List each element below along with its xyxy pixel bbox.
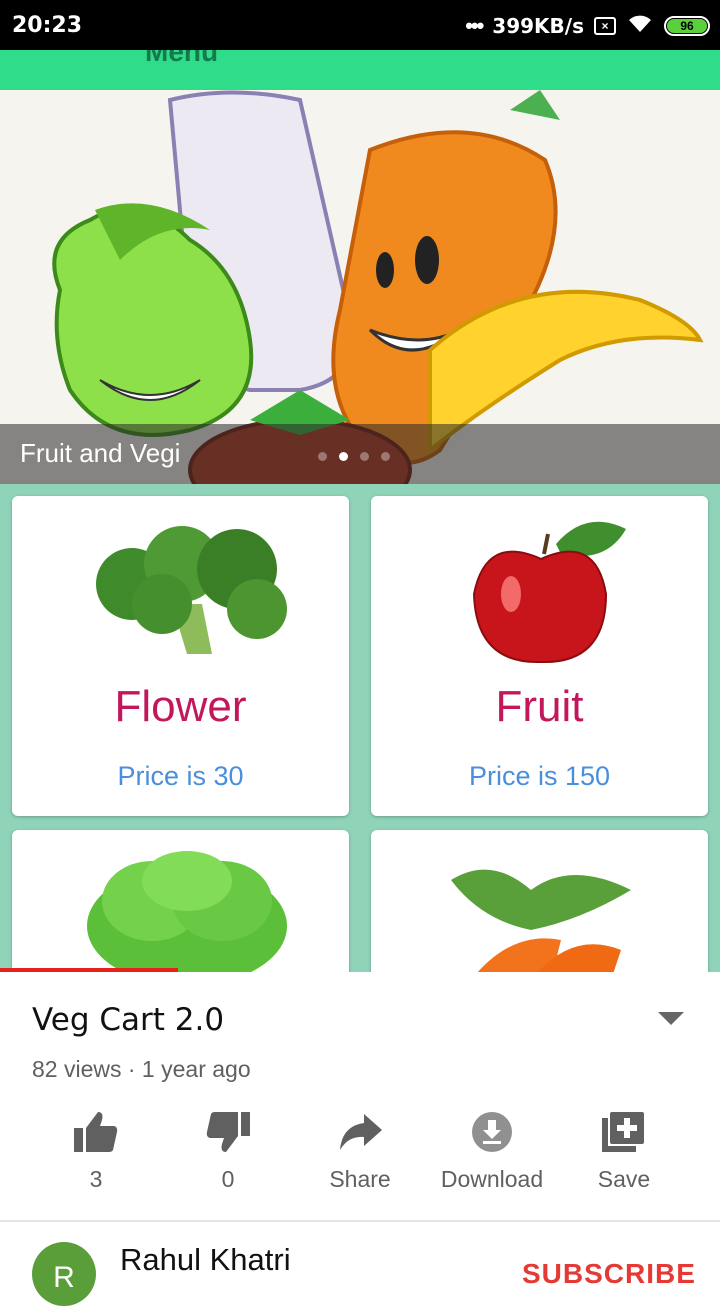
thumbs-up-icon — [74, 1112, 118, 1152]
banner-caption: Fruit and Vegi — [0, 424, 720, 484]
product-price: Price is 30 — [117, 761, 244, 791]
banner-slider[interactable]: Fruit and Vegi — [0, 90, 720, 484]
wifi-icon — [626, 12, 654, 39]
channel-avatar[interactable]: R — [32, 1242, 96, 1306]
status-bar: 20:23 ••• 399KB/s × 96 — [0, 0, 720, 50]
product-card-lettuce[interactable] — [12, 830, 349, 972]
expand-description-icon[interactable] — [658, 1012, 684, 1025]
video-progress-bar[interactable] — [0, 968, 178, 972]
app-appbar-title: Menu — [145, 50, 219, 67]
save-label: Save — [597, 1166, 651, 1192]
slider-indicator — [318, 452, 390, 461]
video-player[interactable]: Menu Fruit and Vegi Flower Price is 30 F… — [0, 50, 720, 972]
more-notifications-icon: ••• — [465, 12, 484, 38]
channel-name[interactable]: Rahul Khatri — [120, 1242, 291, 1278]
network-speed: 399KB/s — [492, 13, 584, 38]
status-time: 20:23 — [12, 13, 83, 38]
slider-dot[interactable] — [360, 452, 369, 461]
slider-dot[interactable] — [318, 452, 327, 461]
banner-caption-text: Fruit and Vegi — [20, 438, 181, 468]
video-meta: 82 views · 1 year ago — [32, 1056, 251, 1082]
apple-image — [472, 521, 626, 664]
product-name: Fruit — [495, 682, 584, 731]
like-count: 3 — [89, 1166, 103, 1192]
carrot-image — [451, 869, 631, 972]
dislike-count: 0 — [221, 1166, 235, 1192]
share-label: Share — [329, 1166, 391, 1192]
add-to-playlist-icon — [602, 1112, 644, 1152]
broccoli-image — [96, 526, 287, 654]
share-icon — [340, 1114, 382, 1150]
product-price: Price is 150 — [468, 761, 611, 791]
download-button[interactable]: Download — [426, 1104, 558, 1193]
like-button[interactable]: 3 — [30, 1104, 162, 1193]
video-info-panel: Veg Cart 2.0 82 views · 1 year ago 3 0 S… — [0, 972, 720, 1306]
dislike-button[interactable]: 0 — [162, 1104, 294, 1193]
share-button[interactable]: Share — [294, 1104, 426, 1193]
subscribe-button[interactable]: SUBSCRIBE — [522, 1258, 696, 1290]
battery-level: 96 — [667, 18, 707, 33]
divider — [0, 1220, 720, 1222]
download-icon — [472, 1112, 512, 1152]
product-name: Flower — [114, 682, 247, 731]
app-appbar: Menu — [0, 50, 720, 90]
product-card-carrot[interactable] — [371, 830, 708, 972]
save-button[interactable]: Save — [558, 1104, 690, 1193]
slider-dot[interactable] — [381, 452, 390, 461]
product-card-flower[interactable]: Flower Price is 30 — [12, 496, 349, 816]
product-card-fruit[interactable]: Fruit Price is 150 — [371, 496, 708, 816]
slider-dot-active[interactable] — [339, 452, 348, 461]
no-sim-icon: × — [594, 16, 616, 35]
battery-icon: 96 — [664, 15, 710, 36]
download-label: Download — [440, 1166, 544, 1192]
video-title[interactable]: Veg Cart 2.0 — [32, 1002, 224, 1038]
status-icons: ••• 399KB/s × 96 — [465, 12, 710, 39]
thumbs-down-icon — [206, 1112, 250, 1152]
lettuce-image — [87, 851, 287, 972]
action-bar: 3 0 Share Download Save — [0, 1104, 720, 1204]
